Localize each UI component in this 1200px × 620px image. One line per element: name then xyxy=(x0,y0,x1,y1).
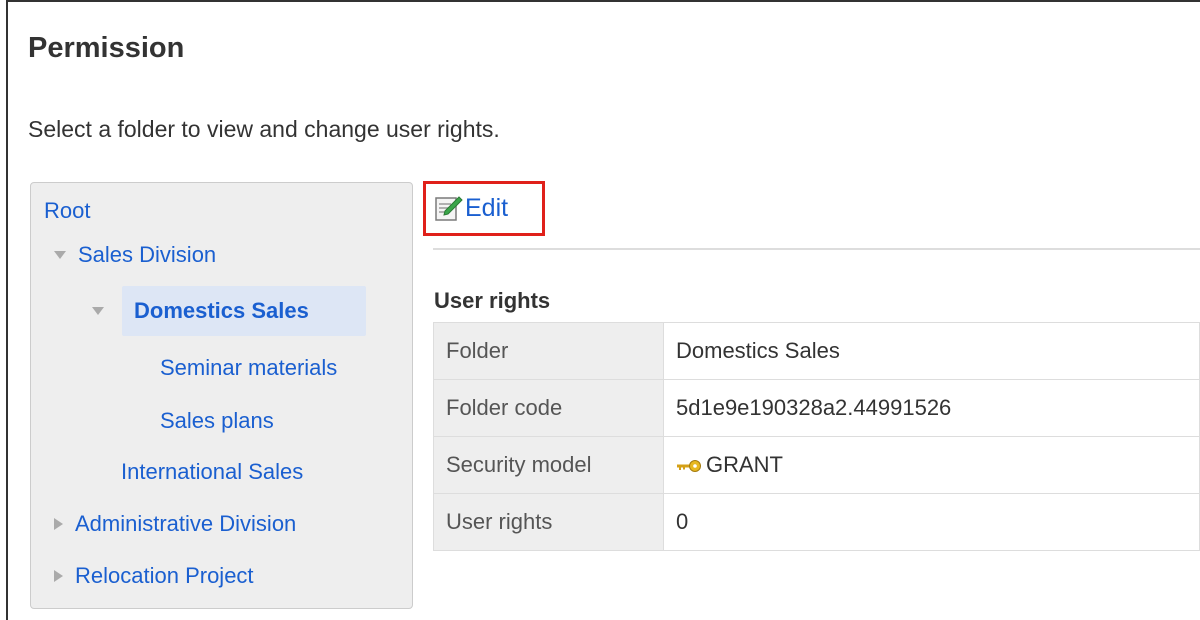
tree-item-root[interactable]: Root xyxy=(44,197,90,225)
tree-item-label: Administrative Division xyxy=(75,511,297,536)
tree-toggle-domestics-sales[interactable] xyxy=(92,297,116,325)
row-label: User rights xyxy=(433,493,664,551)
user-rights-heading: User rights xyxy=(434,288,551,313)
tree-item-label: Sales Division xyxy=(78,242,217,267)
expand-arrow-icon[interactable] xyxy=(92,307,104,316)
row-label: Folder code xyxy=(433,379,664,437)
table-row: Security model GRANT xyxy=(433,436,1200,494)
key-icon xyxy=(677,460,701,473)
row-value: 0 xyxy=(663,493,1200,551)
tree-item-sales-plans[interactable]: Sales plans xyxy=(160,407,274,435)
edit-link[interactable]: Edit xyxy=(433,193,508,223)
edit-label: Edit xyxy=(465,194,509,222)
row-label: Security model xyxy=(433,436,664,494)
tree-item-relocation-project[interactable]: Relocation Project xyxy=(54,562,254,590)
collapse-arrow-icon[interactable] xyxy=(54,517,63,530)
row-label: Folder xyxy=(433,322,664,380)
tree-item-label: Relocation Project xyxy=(75,563,254,588)
page-title: Permission xyxy=(28,32,185,64)
expand-arrow-icon[interactable] xyxy=(54,251,66,260)
edit-icon xyxy=(435,196,463,221)
tree-item-label: International Sales xyxy=(121,459,304,484)
collapse-arrow-icon[interactable] xyxy=(54,569,63,582)
tree-item-international-sales[interactable]: International Sales xyxy=(121,458,303,486)
table-row: User rights 0 xyxy=(433,493,1200,551)
user-rights-table: Folder Domestics Sales Folder code 5d1e9… xyxy=(433,322,1200,551)
tree-item-seminar-materials[interactable]: Seminar materials xyxy=(160,354,337,382)
row-value: Domestics Sales xyxy=(663,322,1200,380)
toolbar-divider xyxy=(433,248,1200,250)
row-value: 5d1e9e190328a2.44991526 xyxy=(663,379,1200,437)
tree-item-label: Seminar materials xyxy=(160,355,338,380)
tree-item-administrative-division[interactable]: Administrative Division xyxy=(54,510,296,538)
page-instructions: Select a folder to view and change user … xyxy=(28,116,500,142)
tree-item-label: Root xyxy=(44,198,91,223)
tree-item-sales-division[interactable]: Sales Division xyxy=(54,241,216,269)
table-row: Folder code 5d1e9e190328a2.44991526 xyxy=(433,379,1200,437)
security-model-value: GRANT xyxy=(706,452,783,477)
tree-item-label: Sales plans xyxy=(160,408,274,433)
security-model-cell: GRANT xyxy=(663,436,1200,494)
table-row: Folder Domestics Sales xyxy=(433,322,1200,380)
tree-item-label-selected[interactable]: Domestics Sales xyxy=(134,297,309,325)
